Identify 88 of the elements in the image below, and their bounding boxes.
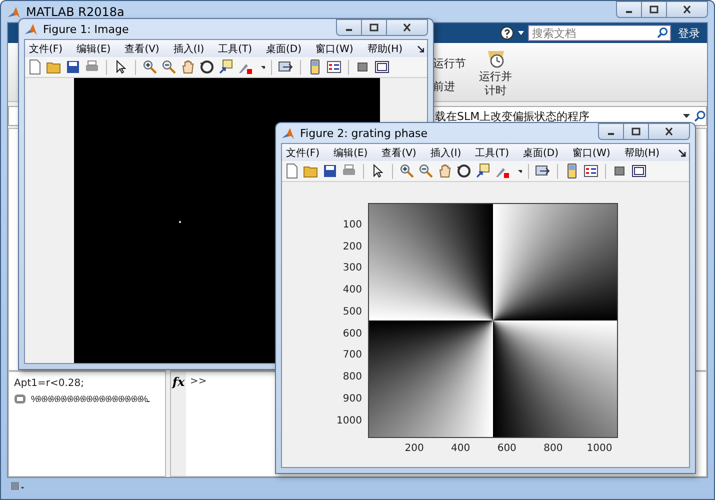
new-file-icon[interactable]	[27, 59, 43, 75]
legend-icon[interactable]	[583, 163, 599, 179]
close-button[interactable]	[648, 123, 690, 140]
maximize-button[interactable]	[623, 123, 648, 140]
command-prompt: >>	[189, 375, 207, 389]
y-tick-label: 1000	[336, 415, 362, 426]
search-icon	[694, 110, 706, 122]
window-title: Figure 2: grating phase	[300, 126, 428, 140]
rotate-icon[interactable]	[199, 59, 215, 75]
minimize-button[interactable]	[336, 19, 361, 36]
save-icon[interactable]	[65, 59, 81, 75]
matlab-logo-icon	[281, 126, 295, 140]
caret-icon	[518, 31, 524, 35]
search-icon	[657, 27, 668, 38]
menu-item[interactable]: 桌面(D)	[266, 42, 302, 56]
save-icon[interactable]	[322, 163, 338, 179]
data-cursor-icon[interactable]	[475, 163, 491, 179]
y-tick-label: 300	[342, 262, 362, 274]
menu-item[interactable]: 帮助(H)	[367, 42, 403, 56]
menu-item[interactable]: 帮助(H)	[624, 146, 660, 160]
menu-item[interactable]: 查看(V)	[382, 146, 416, 160]
run-and-time-button[interactable]: 运行并计时	[472, 43, 520, 101]
ribbon-label[interactable]: 运行节	[433, 56, 466, 71]
history-entry[interactable]: %%%%%%%%%%%%%%%%%%...	[31, 394, 149, 404]
rotate-icon[interactable]	[456, 163, 472, 179]
maximize-button[interactable]	[361, 19, 386, 36]
menu-item[interactable]: 编辑(E)	[334, 146, 368, 160]
y-tick-label: 600	[342, 328, 362, 340]
menu-item[interactable]: 桌面(D)	[523, 146, 559, 160]
legend-icon[interactable]	[326, 59, 342, 75]
y-tick-label: 200	[342, 241, 362, 252]
dock-icon[interactable]	[374, 59, 390, 75]
folder-path: 载在SLM上改变偏振状态的程序	[435, 108, 590, 124]
window-title: Figure 1: Image	[43, 22, 129, 36]
data-cursor-icon[interactable]	[218, 59, 234, 75]
status-grip-icon	[11, 482, 25, 490]
history-entry[interactable]: Apt1=r<0.28;	[14, 378, 84, 389]
x-tick-label: 200	[404, 443, 424, 454]
menu-item[interactable]: 工具(T)	[475, 146, 510, 160]
dock-icon[interactable]	[631, 163, 647, 179]
zoom-out-icon[interactable]	[418, 163, 434, 179]
search-field[interactable]: 搜索文档	[528, 25, 671, 41]
menu-item[interactable]: 文件(F)	[29, 42, 63, 56]
menu-item[interactable]: 插入(I)	[430, 146, 462, 160]
maximize-icon	[631, 127, 641, 136]
menu-item[interactable]: 窗口(W)	[316, 42, 354, 56]
y-tick-label: 700	[342, 350, 362, 361]
maximize-icon	[649, 5, 659, 14]
matlab-logo-icon	[7, 4, 21, 18]
close-button[interactable]	[386, 19, 428, 36]
y-tick-label: 500	[342, 306, 362, 318]
hand-icon[interactable]	[437, 163, 453, 179]
close-icon	[402, 23, 412, 32]
menu-item[interactable]: 工具(T)	[218, 42, 252, 56]
minimize-button[interactable]	[616, 1, 641, 18]
minimize-button[interactable]	[598, 123, 623, 140]
dock-arrow-icon[interactable]	[416, 44, 424, 52]
login-button[interactable]: 登录	[675, 26, 703, 40]
y-tick-label: 900	[342, 393, 362, 404]
x-tick-label: 800	[544, 443, 563, 454]
maximize-icon	[369, 23, 379, 32]
zoom-out-icon[interactable]	[161, 59, 177, 75]
y-tick-label: 400	[342, 284, 362, 296]
x-tick-label: 1000	[586, 443, 612, 454]
section-icon	[14, 394, 26, 404]
maximize-button[interactable]	[641, 1, 666, 18]
zoom-in-icon[interactable]	[399, 163, 415, 179]
menu-item[interactable]: 文件(F)	[286, 146, 320, 160]
close-icon	[682, 5, 692, 14]
menu-item[interactable]: 窗口(W)	[572, 146, 610, 160]
window-title: MATLAB R2018a	[26, 4, 124, 18]
close-icon	[664, 127, 674, 136]
y-tick-label: 800	[342, 372, 362, 383]
menu-item[interactable]: 编辑(E)	[76, 42, 111, 56]
dock-arrow-icon[interactable]	[678, 148, 686, 156]
menu-item[interactable]: 查看(V)	[124, 42, 160, 56]
dropdown-caret-icon	[683, 114, 690, 118]
y-tick-label: 100	[342, 219, 362, 230]
matlab-logo-icon	[24, 22, 38, 36]
ribbon-label[interactable]: 前进	[433, 79, 466, 94]
hand-icon[interactable]	[180, 59, 196, 75]
help-icon	[500, 26, 514, 40]
menu-item[interactable]: 插入(I)	[173, 42, 204, 56]
zoom-in-icon[interactable]	[142, 59, 158, 75]
new-file-icon[interactable]	[284, 163, 300, 179]
x-tick-label: 600	[497, 443, 516, 454]
close-button[interactable]	[666, 1, 708, 18]
x-tick-label: 400	[451, 443, 470, 454]
